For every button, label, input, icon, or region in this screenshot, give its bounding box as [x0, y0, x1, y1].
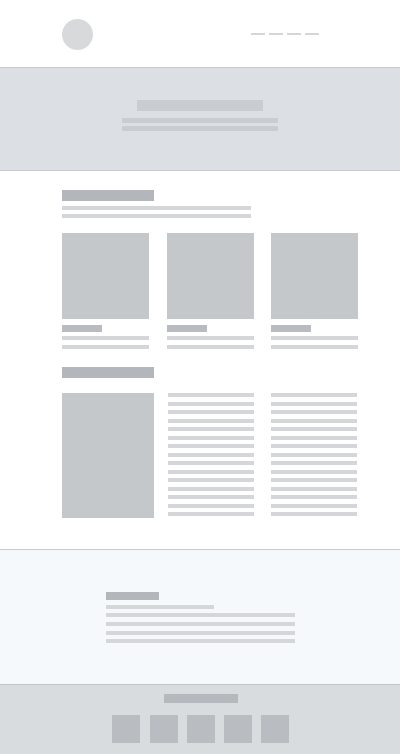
article-text-line-col1-7: [168, 444, 254, 448]
article-text-line-col2-11: [271, 478, 357, 482]
nav-item-1[interactable]: [251, 33, 265, 35]
card-3-text-line-2: [271, 345, 358, 349]
article-text-line-col2-12: [271, 487, 357, 491]
article-text-line-col2-5: [271, 427, 357, 431]
article-text-line-col1-9: [168, 461, 254, 465]
article-text-line-col2-2: [271, 402, 357, 406]
card-3-image[interactable]: [271, 233, 358, 319]
article-image[interactable]: [62, 393, 154, 518]
article-text-line-col1-10: [168, 470, 254, 474]
article-text-line-col1-3: [168, 410, 254, 414]
card-1-image[interactable]: [62, 233, 149, 319]
hero-title-placeholder: [137, 100, 263, 111]
features-heading-placeholder: [62, 190, 154, 201]
social-icon-5[interactable]: [261, 715, 289, 743]
callout-text-line-2: [106, 622, 295, 626]
callout-text-line-1: [106, 613, 295, 617]
card-3-text-line-1: [271, 336, 358, 340]
social-icon-2[interactable]: [150, 715, 178, 743]
article-heading-placeholder: [62, 367, 154, 378]
article-text-line-col1-11: [168, 478, 254, 482]
article-text-line-col2-9: [271, 461, 357, 465]
article-text-line-col2-14: [271, 504, 357, 508]
article-text-line-col2-13: [271, 495, 357, 499]
article-text-line-col1-1: [168, 393, 254, 397]
article-text-line-col1-8: [168, 453, 254, 457]
hero-text-line-1: [122, 118, 278, 123]
article-text-line-col2-10: [271, 470, 357, 474]
article-text-line-col2-7: [271, 444, 357, 448]
article-text-line-col1-5: [168, 427, 254, 431]
features-intro-line-1: [62, 206, 251, 210]
nav-item-3[interactable]: [287, 33, 301, 35]
footer-title-placeholder: [164, 694, 238, 703]
card-1-text-line-1: [62, 336, 149, 340]
logo-placeholder[interactable]: [62, 19, 93, 50]
article-text-line-col2-3: [271, 410, 357, 414]
hero-text-line-2: [122, 126, 278, 131]
card-1-text-line-2: [62, 345, 149, 349]
social-icon-4[interactable]: [224, 715, 252, 743]
article-text-line-col1-15: [168, 512, 254, 516]
article-text-line-col2-15: [271, 512, 357, 516]
card-1-title: [62, 325, 102, 332]
article-text-line-col1-14: [168, 504, 254, 508]
article-text-line-col2-6: [271, 436, 357, 440]
article-text-line-col1-13: [168, 495, 254, 499]
article-text-line-col1-6: [168, 436, 254, 440]
article-text-line-col1-2: [168, 402, 254, 406]
social-icon-3[interactable]: [187, 715, 215, 743]
article-text-line-col2-8: [271, 453, 357, 457]
email-wireframe-page: [0, 0, 400, 754]
callout-subtitle-line: [106, 605, 214, 609]
article-text-line-col2-1: [271, 393, 357, 397]
nav-item-4[interactable]: [305, 33, 319, 35]
card-2-title: [167, 325, 207, 332]
article-text-line-col1-12: [168, 487, 254, 491]
callout-heading-placeholder: [106, 592, 159, 600]
article-text-line-col2-4: [271, 419, 357, 423]
features-intro-line-2: [62, 214, 251, 218]
nav-item-2[interactable]: [269, 33, 283, 35]
article-text-line-col1-4: [168, 419, 254, 423]
social-icon-1[interactable]: [112, 715, 140, 743]
card-3-title: [271, 325, 311, 332]
callout-text-line-4: [106, 639, 295, 643]
card-2-image[interactable]: [167, 233, 254, 319]
card-2-text-line-1: [167, 336, 254, 340]
card-2-text-line-2: [167, 345, 254, 349]
callout-text-line-3: [106, 631, 295, 635]
